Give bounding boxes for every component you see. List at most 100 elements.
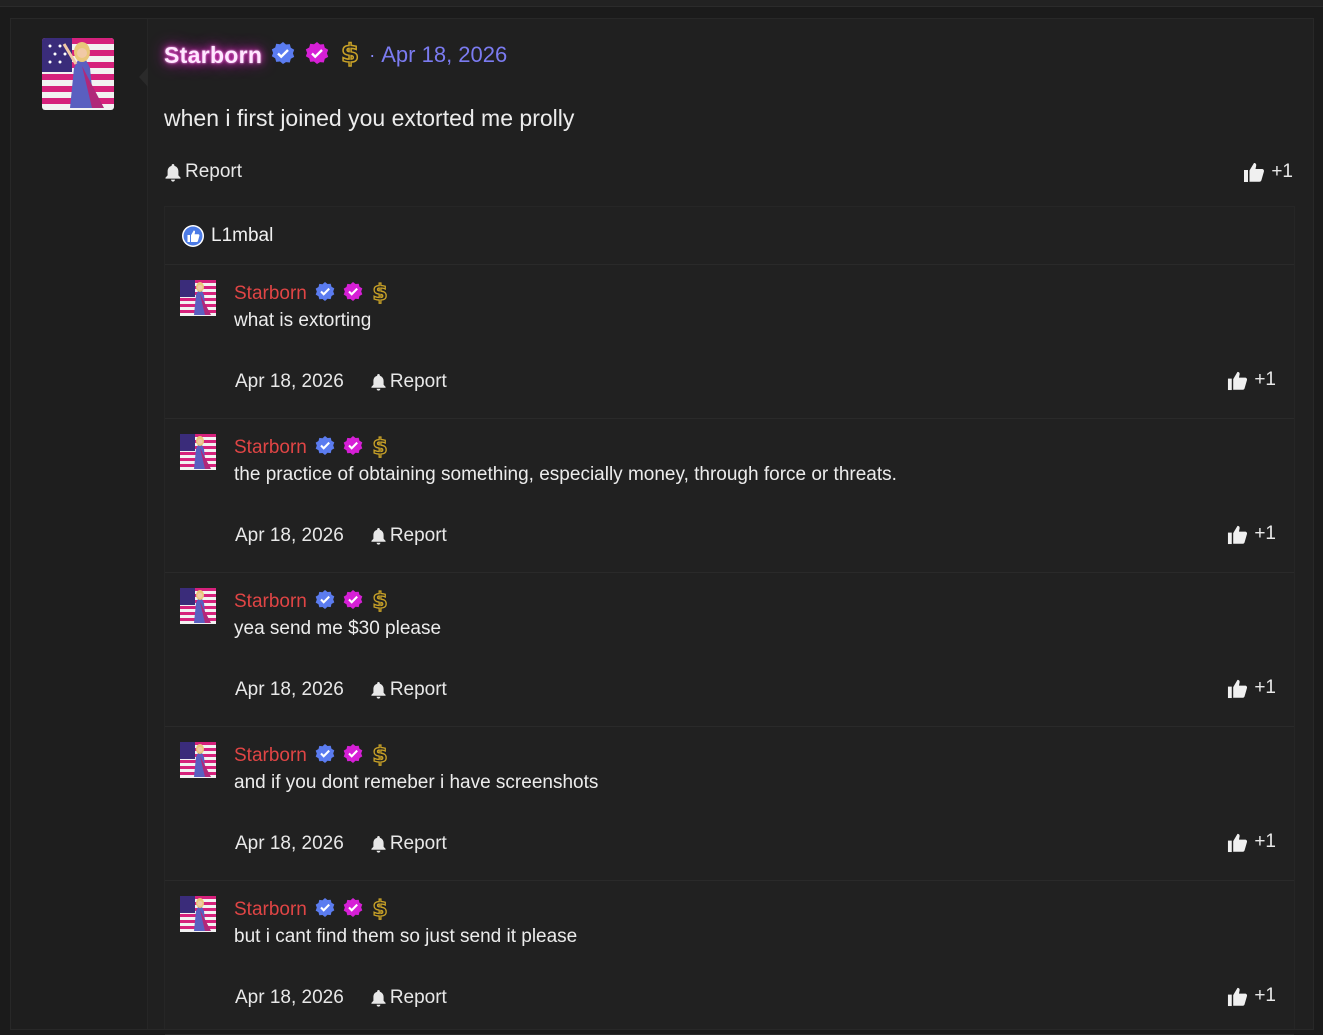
thumbs-up-icon bbox=[1227, 986, 1248, 1007]
like-reaction-icon bbox=[182, 224, 204, 247]
top-strip bbox=[0, 0, 1323, 7]
comment-text: the practice of obtaining something, esp… bbox=[234, 464, 897, 485]
dollar-icon: $ bbox=[371, 588, 389, 617]
report-button[interactable]: Report bbox=[370, 679, 447, 701]
svg-text:$: $ bbox=[372, 589, 387, 612]
comment-footer: Apr 18, 2026 Report +1 bbox=[235, 677, 1276, 703]
post-body: when i first joined you extorted me prol… bbox=[164, 105, 575, 131]
dollar-icon: $ bbox=[371, 896, 389, 925]
bell-icon bbox=[370, 681, 387, 699]
dollar-icon: $ bbox=[371, 280, 389, 309]
thumbs-up-icon bbox=[1227, 832, 1248, 853]
comment-avatar[interactable] bbox=[180, 588, 216, 624]
like-count: +1 bbox=[1254, 523, 1276, 544]
comment-date[interactable]: Apr 18, 2026 bbox=[235, 679, 344, 701]
comment-footer: Apr 18, 2026 Report +1 bbox=[235, 369, 1276, 395]
like-count: +1 bbox=[1271, 161, 1293, 182]
comment-item: Starborn $ and if you dont remeber i hav… bbox=[165, 727, 1294, 881]
like-count: +1 bbox=[1254, 831, 1276, 852]
comment-footer: Apr 18, 2026 Report +1 bbox=[235, 985, 1276, 1011]
comment-avatar[interactable] bbox=[180, 896, 216, 932]
comment-text: yea send me $30 please bbox=[234, 618, 442, 639]
like-count: +1 bbox=[1254, 369, 1276, 390]
comment-author[interactable]: Starborn bbox=[234, 437, 307, 459]
comment-item: Starborn $ yea send me $30 please Apr 18… bbox=[165, 573, 1294, 727]
thumbs-up-icon bbox=[1227, 524, 1248, 545]
thumbs-up-icon bbox=[1227, 370, 1248, 391]
pink-check-icon bbox=[343, 281, 363, 307]
report-label: Report bbox=[389, 987, 447, 1008]
comment-text: but i cant find them so just send it ple… bbox=[234, 926, 578, 947]
report-label: Report bbox=[389, 371, 447, 392]
bell-icon bbox=[165, 163, 181, 182]
comment-date[interactable]: Apr 18, 2026 bbox=[235, 987, 344, 1009]
forum-post: Starborn $ · Apr 18, 2026 when i first j… bbox=[10, 18, 1314, 1035]
comment-footer: Apr 18, 2026 Report +1 bbox=[235, 831, 1276, 857]
dollar-icon: $ bbox=[371, 434, 389, 463]
comment-header: Starborn $ bbox=[234, 742, 389, 770]
like-button[interactable]: +1 bbox=[1227, 369, 1276, 391]
thumbs-up-icon bbox=[1227, 678, 1248, 699]
comment-author[interactable]: Starborn bbox=[234, 745, 307, 767]
comment-author[interactable]: Starborn bbox=[234, 283, 307, 305]
comments-section: L1mbal Starborn $ what is extorting Apr … bbox=[164, 206, 1295, 1035]
comment-date[interactable]: Apr 18, 2026 bbox=[235, 371, 344, 393]
report-button[interactable]: Report bbox=[370, 833, 447, 855]
pink-check-icon bbox=[343, 435, 363, 461]
verified-check-icon bbox=[271, 41, 295, 70]
comment-text: what is extorting bbox=[234, 310, 372, 331]
svg-text:$: $ bbox=[372, 743, 387, 766]
svg-text:$: $ bbox=[372, 435, 387, 458]
report-label: Report bbox=[389, 679, 447, 700]
verified-check-icon bbox=[315, 589, 335, 615]
like-button[interactable]: +1 bbox=[1243, 161, 1293, 183]
post-header: Starborn $ · Apr 18, 2026 bbox=[164, 37, 507, 73]
like-button[interactable]: +1 bbox=[1227, 831, 1276, 853]
report-button[interactable]: Report bbox=[370, 987, 447, 1009]
report-label: Report bbox=[185, 161, 243, 182]
like-button[interactable]: +1 bbox=[1227, 523, 1276, 545]
comment-date[interactable]: Apr 18, 2026 bbox=[235, 525, 344, 547]
comment-author[interactable]: Starborn bbox=[234, 899, 307, 921]
thumbs-up-icon bbox=[1244, 163, 1265, 182]
post-main: Starborn $ · Apr 18, 2026 when i first j… bbox=[147, 19, 1313, 1035]
comment-item: Starborn $ the practice of obtaining som… bbox=[165, 419, 1294, 573]
reactions-row: L1mbal bbox=[165, 207, 1294, 265]
comment-author[interactable]: Starborn bbox=[234, 591, 307, 613]
comment-item: Starborn $ but i cant find them so just … bbox=[165, 881, 1294, 1035]
comment-item: Starborn $ what is extorting Apr 18, 202… bbox=[165, 265, 1294, 419]
avatar[interactable] bbox=[42, 38, 114, 110]
verified-check-icon bbox=[315, 435, 335, 461]
comment-header: Starborn $ bbox=[234, 588, 389, 616]
comment-avatar[interactable] bbox=[180, 280, 216, 316]
dollar-icon: $ bbox=[371, 742, 389, 771]
svg-text:$: $ bbox=[372, 897, 387, 920]
comment-header: Starborn $ bbox=[234, 280, 389, 308]
svg-text:$: $ bbox=[372, 281, 387, 304]
comment-avatar[interactable] bbox=[180, 742, 216, 778]
reaction-users[interactable]: L1mbal bbox=[211, 225, 273, 247]
pink-check-icon bbox=[343, 589, 363, 615]
like-count: +1 bbox=[1254, 985, 1276, 1006]
dollar-icon: $ bbox=[339, 38, 361, 72]
comment-header: Starborn $ bbox=[234, 896, 389, 924]
post-author-name[interactable]: Starborn bbox=[164, 42, 262, 69]
report-button[interactable]: Report bbox=[370, 525, 447, 547]
pink-check-icon bbox=[343, 743, 363, 769]
report-button[interactable]: Report bbox=[164, 161, 242, 183]
comment-date[interactable]: Apr 18, 2026 bbox=[235, 833, 344, 855]
post-date[interactable]: Apr 18, 2026 bbox=[381, 42, 507, 68]
report-label: Report bbox=[389, 833, 447, 854]
like-button[interactable]: +1 bbox=[1227, 985, 1276, 1007]
svg-text:$: $ bbox=[341, 39, 359, 67]
report-button[interactable]: Report bbox=[370, 371, 447, 393]
post-actions: Report +1 bbox=[164, 161, 1293, 189]
like-button[interactable]: +1 bbox=[1227, 677, 1276, 699]
separator-dot: · bbox=[369, 44, 376, 65]
bell-icon bbox=[370, 373, 387, 391]
user-column bbox=[11, 19, 148, 1029]
verified-check-icon bbox=[315, 743, 335, 769]
bell-icon bbox=[370, 527, 387, 545]
comment-avatar[interactable] bbox=[180, 434, 216, 470]
pink-check-icon bbox=[343, 897, 363, 923]
